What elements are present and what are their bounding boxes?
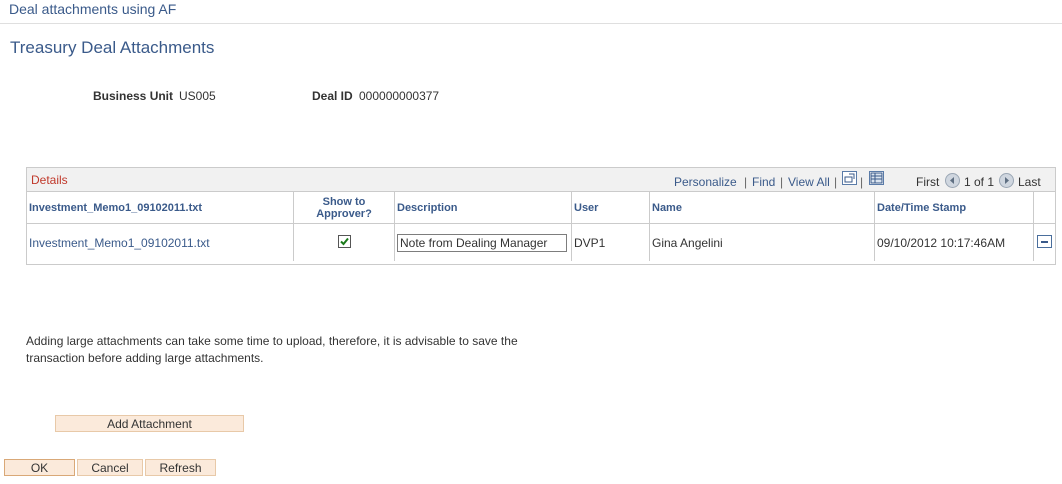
column-header-file[interactable]: Investment_Memo1_09102011.txt — [27, 192, 294, 224]
download-spreadsheet-icon[interactable] — [869, 171, 884, 185]
previous-row-icon[interactable] — [945, 173, 960, 188]
user-cell: DVP1 — [571, 223, 650, 261]
business-unit-label: Business Unit — [93, 89, 174, 103]
show-to-approver-cell — [293, 223, 395, 261]
grid-title: Details — [31, 173, 68, 187]
column-header-show-to-approver[interactable]: Show to Approver? — [293, 192, 395, 224]
view-all-link[interactable]: View All — [788, 175, 830, 189]
nav-separator: | — [860, 175, 864, 189]
column-header-name[interactable]: Name — [649, 192, 875, 224]
attachments-table: Investment_Memo1_09102011.txt Show to App… — [27, 192, 1055, 261]
table-row: Investment_Memo1_09102011.txt DVP1 Gina … — [27, 223, 1056, 262]
row-count: 1 of 1 — [964, 175, 995, 189]
cancel-button[interactable]: Cancel — [77, 459, 143, 476]
find-link[interactable]: Find — [752, 175, 775, 189]
page-title: Treasury Deal Attachments — [10, 38, 215, 57]
show-to-approver-checkbox[interactable] — [337, 234, 351, 248]
first-label: First — [916, 175, 940, 189]
description-input[interactable] — [397, 233, 567, 252]
column-header-timestamp[interactable]: Date/Time Stamp — [874, 192, 1034, 224]
attachment-file-link[interactable]: Investment_Memo1_09102011.txt — [27, 223, 294, 261]
add-attachment-button[interactable]: Add Attachment — [55, 415, 244, 432]
column-header-description[interactable]: Description — [394, 192, 572, 224]
actions-cell — [1034, 224, 1056, 262]
grid-header-bar: Details Personalize | Find | View All | … — [27, 168, 1055, 192]
deal-id-label: Deal ID — [312, 89, 353, 103]
personalize-link[interactable]: Personalize — [674, 175, 737, 189]
nav-separator: | — [744, 175, 748, 189]
refresh-button[interactable]: Refresh — [145, 459, 216, 476]
nav-separator: | — [834, 175, 838, 189]
nav-separator: | — [780, 175, 784, 189]
table-header-row: Investment_Memo1_09102011.txt Show to App… — [27, 192, 1055, 224]
column-header-user[interactable]: User — [571, 192, 650, 224]
timestamp-cell: 09/10/2012 10:17:46AM — [874, 223, 1034, 261]
deal-id-value: 000000000377 — [359, 89, 440, 103]
ok-button[interactable]: OK — [4, 459, 75, 476]
last-label: Last — [1018, 175, 1041, 189]
description-cell — [394, 223, 572, 261]
upload-note: Adding large attachments can take some t… — [26, 334, 518, 365]
business-unit-value: US005 — [179, 89, 216, 103]
name-cell: Gina Angelini — [649, 223, 875, 261]
column-header-actions — [1033, 192, 1055, 224]
next-row-icon[interactable] — [999, 173, 1014, 188]
zoom-grid-icon[interactable] — [842, 171, 857, 185]
delete-row-icon[interactable] — [1037, 234, 1052, 248]
window-title: Deal attachments using AF — [9, 1, 177, 17]
details-grid: Details Personalize | Find | View All | … — [26, 167, 1056, 265]
